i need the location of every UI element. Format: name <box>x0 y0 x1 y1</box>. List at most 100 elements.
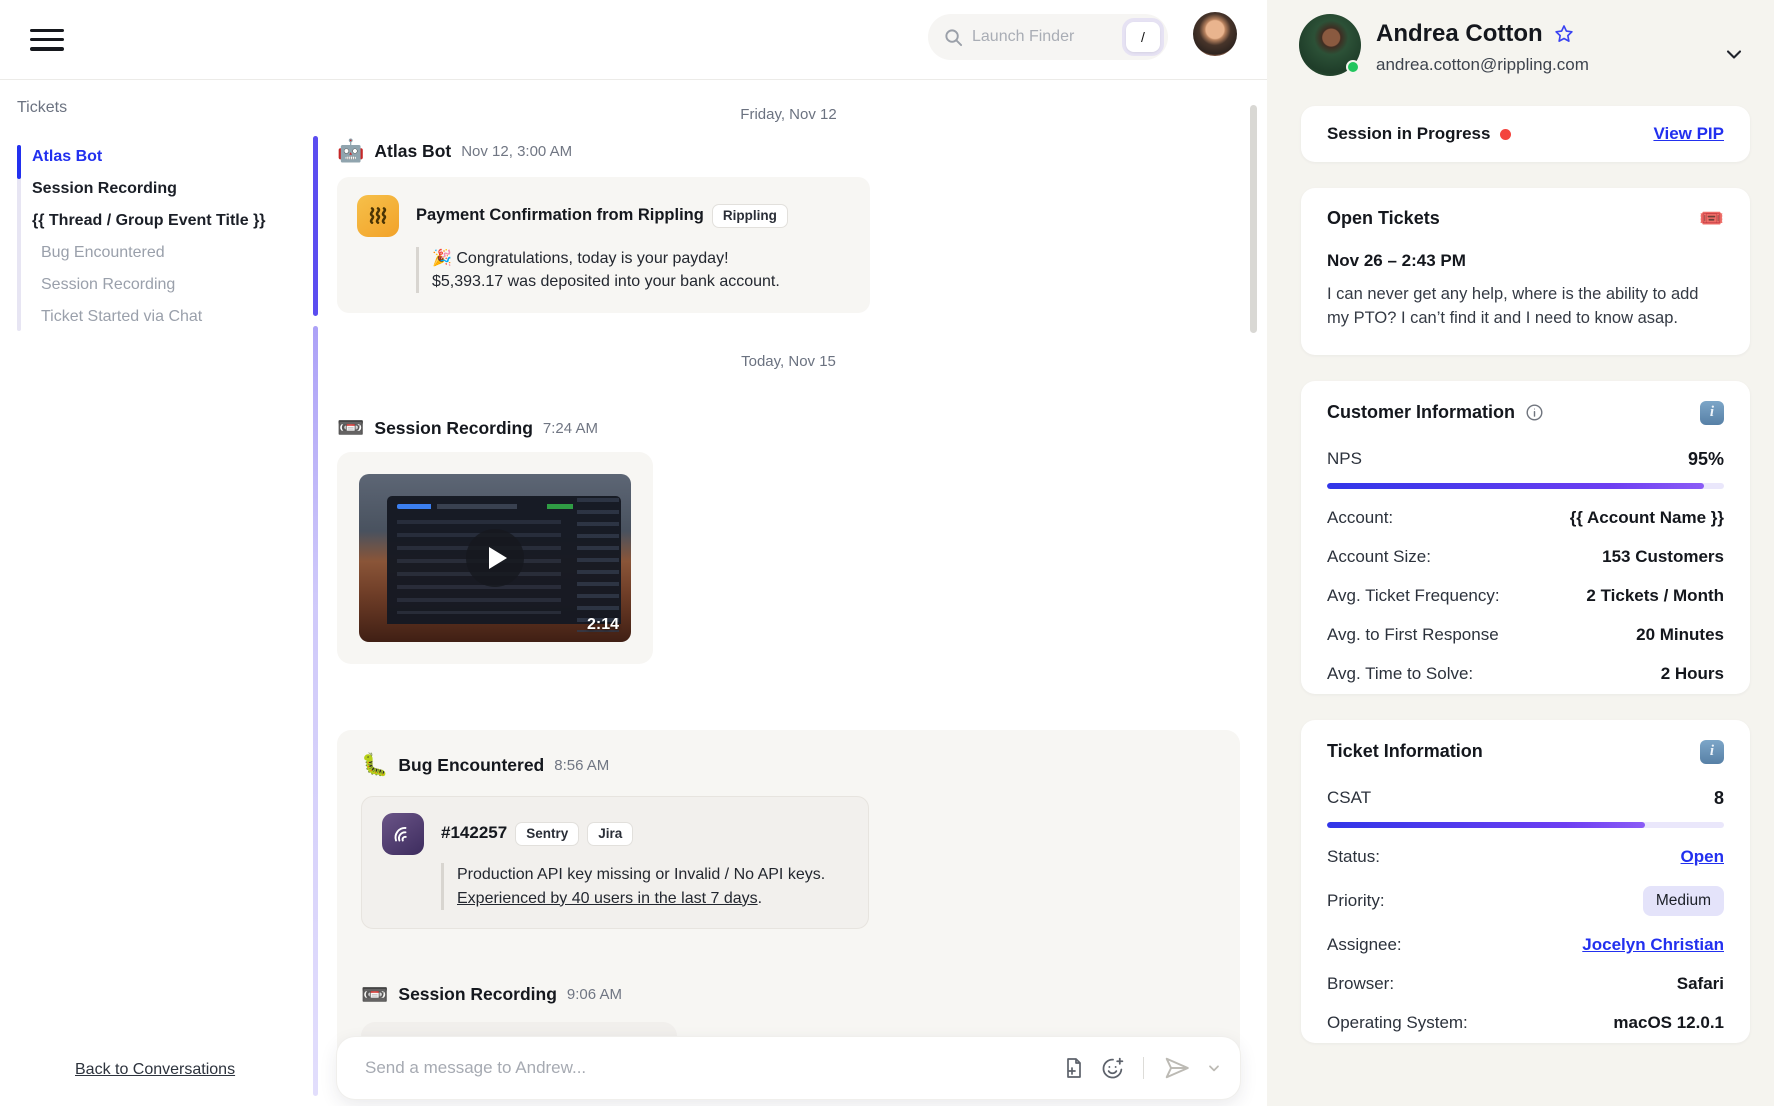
launch-finder-search[interactable]: / <box>928 14 1168 60</box>
date-separator: Today, Nov 15 <box>337 313 1240 370</box>
hamburger-menu-icon[interactable] <box>30 29 64 51</box>
sidebar-item-session-recording[interactable]: Session Recording <box>17 173 320 205</box>
priority-badge[interactable]: Medium <box>1643 886 1724 916</box>
collapse-panel-chevron-icon[interactable] <box>1722 42 1746 66</box>
session-recording-card: 2:14 <box>337 452 653 664</box>
ticket-information-title: Ticket Information <box>1327 741 1483 762</box>
recording-dot <box>1500 129 1511 140</box>
status-open-link[interactable]: Open <box>1681 847 1724 867</box>
view-pip-link[interactable]: View PIP <box>1653 124 1724 144</box>
csat-progress-fill <box>1327 822 1645 828</box>
message-input[interactable] <box>365 1058 1062 1078</box>
thread-line-active <box>313 136 318 316</box>
message-header-session-recording: 📼 Session Recording 7:24 AM <box>337 417 1240 439</box>
open-tickets-card: Open Tickets 🎟️ Nov 26 – 2:43 PM I can n… <box>1301 188 1750 355</box>
vhs-emoji-icon: 📼 <box>337 417 364 439</box>
sidebar-item-session-recording-2[interactable]: Session Recording <box>17 269 320 301</box>
nps-progress-fill <box>1327 483 1704 489</box>
sentry-logo-icon <box>382 813 424 855</box>
ticket-row-os: Operating System: macOS 12.0.1 <box>1327 1013 1724 1033</box>
message-time: 8:56 AM <box>554 757 609 774</box>
search-input[interactable] <box>972 28 1102 46</box>
info-row-account: Account: {{ Account Name }} <box>1327 508 1724 528</box>
message-time: 9:06 AM <box>567 986 622 1003</box>
info-row-time-to-solve: Avg. Time to Solve: 2 Hours <box>1327 664 1724 684</box>
payment-confirmation-card[interactable]: Payment Confirmation from Rippling Rippli… <box>337 177 870 313</box>
message-time: Nov 12, 3:00 AM <box>461 143 572 160</box>
ticket-id: #142257 <box>441 823 507 842</box>
info-row-first-response: Avg. to First Response 20 Minutes <box>1327 625 1724 645</box>
ticket-row-assignee: Assignee: Jocelyn Christian <box>1327 935 1724 955</box>
sidebar-item-ticket-started[interactable]: Ticket Started via Chat <box>17 301 320 333</box>
attach-file-icon[interactable] <box>1062 1056 1086 1080</box>
open-tickets-title: Open Tickets <box>1327 208 1440 229</box>
send-icon[interactable] <box>1162 1055 1192 1081</box>
agent-avatar[interactable] <box>1193 12 1237 56</box>
sentry-tag[interactable]: Sentry <box>515 822 579 846</box>
message-header-bug: 🐛 Bug Encountered 8:56 AM <box>361 754 1216 776</box>
online-status-dot <box>1346 60 1360 74</box>
info-emoji-icon: i <box>1700 740 1724 764</box>
customer-information-title: Customer Information <box>1327 402 1515 423</box>
message-sender: Session Recording <box>398 984 557 1005</box>
sidebar-item-bug-encountered[interactable]: Bug Encountered <box>17 237 320 269</box>
message-sender: Atlas Bot <box>374 141 451 162</box>
message-sender: Session Recording <box>374 418 533 439</box>
ticket-message: I can never get any help, where is the a… <box>1327 283 1717 331</box>
message-composer[interactable] <box>337 1037 1240 1099</box>
nps-progress-track <box>1327 483 1724 489</box>
ticket-row-priority: Priority: Medium <box>1327 886 1724 916</box>
play-button[interactable] <box>466 529 524 587</box>
message-time: 7:24 AM <box>543 420 598 437</box>
ticket-information-card: Ticket Information i CSAT 8 Status: Open… <box>1301 720 1750 1043</box>
customer-profile: Andrea Cotton andrea.cotton@rippling.com <box>1299 14 1750 76</box>
session-progress-title: Session in Progress <box>1327 124 1490 144</box>
tickets-emoji-icon: 🎟️ <box>1699 209 1724 229</box>
video-thumbnail[interactable]: 2:14 <box>359 474 631 642</box>
jira-tag[interactable]: Jira <box>587 822 633 846</box>
nps-value: 95% <box>1688 449 1724 470</box>
customer-name: Andrea Cotton <box>1376 20 1543 48</box>
scrollbar-thumb[interactable] <box>1250 105 1257 333</box>
bug-description: Production API key missing or Invalid / … <box>441 863 848 909</box>
nps-label: NPS <box>1327 449 1362 469</box>
slash-shortcut-key: / <box>1126 22 1160 52</box>
robot-emoji-icon: 🤖 <box>337 140 364 162</box>
rippling-tag[interactable]: Rippling <box>712 204 788 228</box>
csat-progress-track <box>1327 822 1724 828</box>
sidebar-item-atlas-bot[interactable]: Atlas Bot <box>17 141 320 173</box>
ticket-row-status: Status: Open <box>1327 847 1724 867</box>
recorded-screen-sidebar <box>577 498 619 632</box>
content-area: Tickets Atlas Bot Session Recording {{ T… <box>0 80 1267 1106</box>
send-options-chevron-icon[interactable] <box>1206 1060 1222 1076</box>
customer-avatar <box>1299 14 1361 76</box>
customer-panel: Andrea Cotton andrea.cotton@rippling.com… <box>1267 0 1774 1106</box>
message-header-session-recording-2: 📼 Session Recording 9:06 AM <box>361 984 1216 1006</box>
message-sender: Bug Encountered <box>398 755 544 776</box>
customer-email[interactable]: andrea.cotton@rippling.com <box>1376 55 1589 75</box>
date-separator: Friday, Nov 12 <box>337 80 1240 123</box>
info-circle-icon[interactable] <box>1525 403 1544 422</box>
favorite-star-icon[interactable] <box>1553 23 1575 45</box>
thread-line-faded <box>313 326 318 1096</box>
sidebar-title: Tickets <box>17 99 320 117</box>
session-progress-card: Session in Progress View PIP <box>1301 106 1750 162</box>
sentry-issue-card[interactable]: #142257 Sentry Jira Production API key mis… <box>361 796 869 928</box>
customer-information-card: Customer Information i NPS 95% Account: … <box>1301 381 1750 694</box>
bug-emoji-icon: 🐛 <box>361 754 388 776</box>
card-title: Payment Confirmation from Rippling <box>416 206 704 224</box>
info-row-ticket-frequency: Avg. Ticket Frequency: 2 Tickets / Month <box>1327 586 1724 606</box>
affected-users-link[interactable]: Experienced by 40 users in the last 7 da… <box>457 890 758 907</box>
back-to-conversations-link[interactable]: Back to Conversations <box>75 1061 235 1079</box>
search-icon <box>944 28 963 47</box>
sidebar-item-thread-title[interactable]: {{ Thread / Group Event Title }} <box>17 205 320 237</box>
chat-column: Friday, Nov 12 🤖 Atlas Bot Nov 12, 3:00 … <box>320 80 1267 1106</box>
assignee-link[interactable]: Jocelyn Christian <box>1582 935 1724 955</box>
ticket-timestamp: Nov 26 – 2:43 PM <box>1327 251 1724 271</box>
ticket-list: Atlas Bot Session Recording {{ Thread / … <box>0 141 320 333</box>
add-emoji-icon[interactable] <box>1100 1056 1125 1081</box>
video-duration: 2:14 <box>587 616 619 634</box>
csat-value: 8 <box>1714 788 1724 809</box>
top-bar: / <box>0 0 1267 80</box>
rippling-logo-icon <box>357 195 399 237</box>
